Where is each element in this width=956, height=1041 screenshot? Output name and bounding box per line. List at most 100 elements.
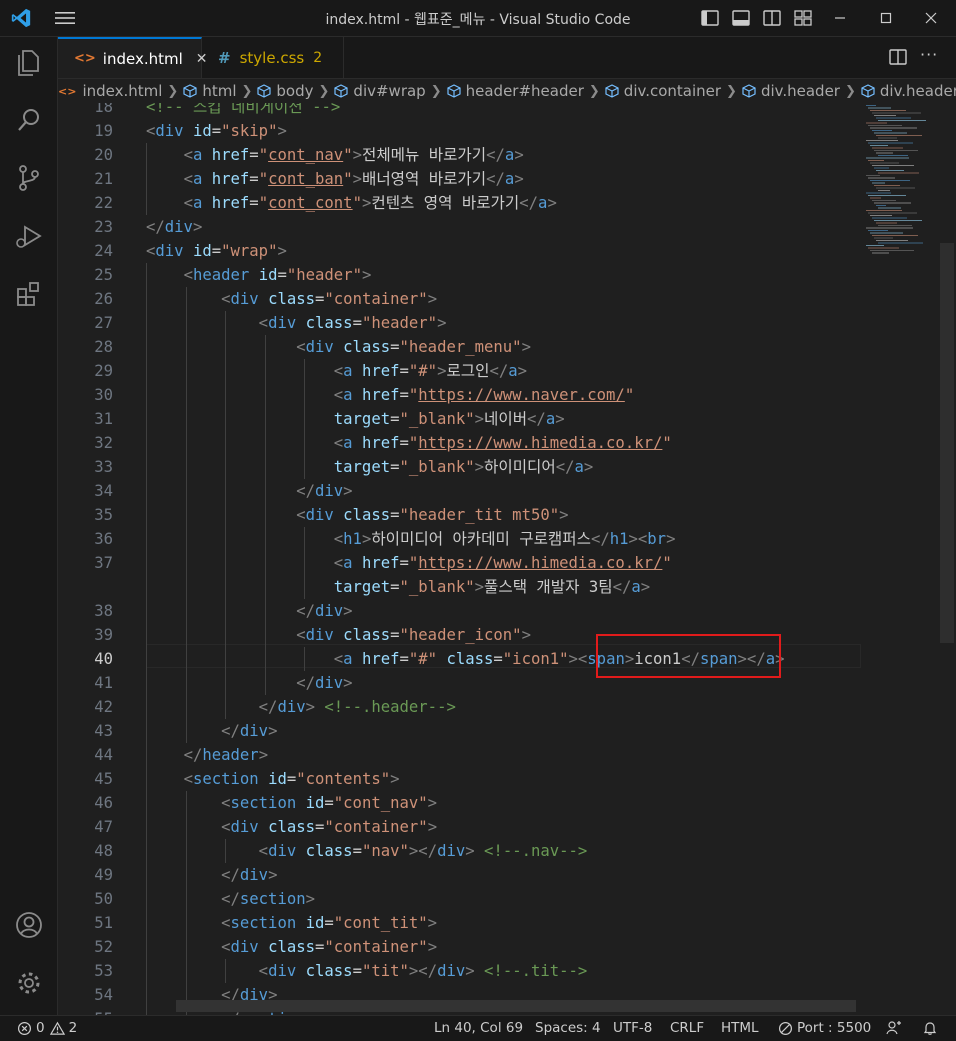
scrollbar-thumb[interactable] <box>940 243 954 643</box>
problem-count-badge: 2 <box>313 49 323 66</box>
code-line[interactable]: 26 <div class="container"> <box>58 287 858 311</box>
line-code: </div> <box>296 602 353 620</box>
breadcrumb: <> index.html ❯ html ❯ body ❯ div#wrap ❯… <box>58 79 956 103</box>
horizontal-scrollbar[interactable] <box>176 1000 856 1012</box>
language-mode[interactable]: HTML <box>721 1020 759 1036</box>
code-line[interactable]: 20 <a href="cont_nav">전체메뉴 바로가기</a> <box>58 143 858 167</box>
code-line[interactable]: 42 </div> <!--.header--> <box>58 695 858 719</box>
source-control-icon[interactable] <box>12 161 46 195</box>
code-line[interactable]: 28 <div class="header_menu"> <box>58 335 858 359</box>
line-number: 55 <box>58 1007 113 1015</box>
manage-gear-icon[interactable] <box>12 966 46 1000</box>
code-line[interactable]: 34 </div> <box>58 479 858 503</box>
line-number: 28 <box>94 338 113 356</box>
minimap-line <box>872 147 903 149</box>
minimap-line <box>878 120 926 121</box>
hamburger-menu-icon[interactable] <box>55 10 75 26</box>
indent-guide <box>225 959 227 983</box>
minimap[interactable] <box>864 103 934 263</box>
breadcrumb-item-body[interactable]: body <box>257 82 314 100</box>
minimize-icon[interactable] <box>830 8 850 28</box>
extensions-icon[interactable] <box>12 277 46 311</box>
split-editor-icon[interactable] <box>888 47 908 67</box>
code-line[interactable]: 47 <div class="container"> <box>58 815 858 839</box>
code-line[interactable]: 24 <div id="wrap"> <box>58 239 858 263</box>
code-line[interactable]: 22 <a href="cont_cont">컨텐츠 영역 바로가기</a> <box>58 191 858 215</box>
maximize-icon[interactable] <box>876 8 896 28</box>
line-number: 19 <box>94 122 113 140</box>
code-line[interactable]: 51 <section id="cont_tit"> <box>58 911 858 935</box>
code-line[interactable]: 21 <a href="cont_ban">배너영역 바로가기</a> <box>58 167 858 191</box>
encoding[interactable]: UTF-8 <box>613 1020 652 1036</box>
code-line[interactable]: 30 <a href="https://www.naver.com/" <box>58 383 858 407</box>
problems-indicator[interactable]: 0 2 <box>17 1020 77 1036</box>
end-of-line[interactable]: CRLF <box>670 1020 704 1036</box>
feedback-icon[interactable] <box>886 1020 902 1036</box>
code-line[interactable]: 33 target="_blank">하이미디어</a> <box>58 455 858 479</box>
code-line[interactable]: 50 </section> <box>58 887 858 911</box>
line-code: <div class="tit"></div> <!--.tit--> <box>258 962 588 980</box>
code-line[interactable]: 49 </div> <box>58 863 858 887</box>
tab-style-css[interactable]: # style.css 2 <box>203 37 344 78</box>
cursor-position[interactable]: Ln 40, Col 69 <box>434 1020 523 1036</box>
minimap-line <box>868 212 917 214</box>
code-line[interactable]: target="_blank">풀스택 개발자 3팀</a> <box>58 575 858 599</box>
indent-guide <box>225 647 227 671</box>
code-line[interactable]: 19 <div id="skip"> <box>58 119 858 143</box>
run-and-debug-icon[interactable] <box>12 219 46 253</box>
code-line[interactable]: 32 <a href="https://www.himedia.co.kr/" <box>58 431 858 455</box>
line-code: </div> <box>221 722 278 740</box>
notifications-bell-icon[interactable] <box>922 1020 938 1036</box>
breadcrumb-item-header[interactable]: header#header <box>447 82 584 100</box>
breadcrumb-item-wrap[interactable]: div#wrap <box>334 82 426 100</box>
indent-guide <box>146 191 147 215</box>
code-line[interactable]: 36 <h1>하이미디어 아카데미 구로캠퍼스</h1><br> <box>58 527 858 551</box>
indent-guide <box>146 647 147 671</box>
code-line[interactable]: 27 <div class="header"> <box>58 311 858 335</box>
breadcrumb-item-header-icon[interactable]: div.header_icon <box>861 82 956 100</box>
close-icon[interactable] <box>921 8 941 28</box>
code-line[interactable]: 48 <div class="nav"></div> <!--.nav--> <box>58 839 858 863</box>
code-line[interactable]: 25 <header id="header"> <box>58 263 858 287</box>
accounts-icon[interactable] <box>12 908 46 942</box>
customize-layout-icon[interactable] <box>793 8 813 28</box>
code-editor[interactable]: 18 <!-- 스킵 네비게이션 --> 19 <div id="skip"> 20 <… <box>58 103 956 1015</box>
vscode-logo-icon[interactable] <box>10 7 32 29</box>
explorer-icon[interactable] <box>12 45 46 79</box>
line-number: 20 <box>94 146 113 164</box>
breadcrumb-item-html[interactable]: html <box>183 82 237 100</box>
toggle-primary-sidebar-icon[interactable] <box>700 8 720 28</box>
toggle-panel-icon[interactable] <box>731 8 751 28</box>
code-line[interactable]: 44 </header> <box>58 743 858 767</box>
line-number: 53 <box>94 962 113 980</box>
code-line[interactable]: 53 <div class="tit"></div> <!--.tit--> <box>58 959 858 983</box>
line-code: </div> <box>296 482 353 500</box>
live-server-port[interactable]: Port : 5500 <box>778 1020 871 1036</box>
minimap-line <box>870 250 914 251</box>
indentation[interactable]: Spaces: 4 <box>535 1020 601 1036</box>
more-actions-icon[interactable]: ··· <box>920 45 938 64</box>
tab-index-html[interactable]: <> index.html ✕ <box>58 37 208 78</box>
line-code: <section id="contents"> <box>183 770 400 788</box>
code-line[interactable]: 45 <section id="contents"> <box>58 767 858 791</box>
code-line[interactable]: 29 <a href="#">로그인</a> <box>58 359 858 383</box>
breadcrumb-item-container[interactable]: div.container <box>605 82 721 100</box>
vertical-scrollbar[interactable] <box>940 103 956 1015</box>
code-line[interactable]: 43 </div> <box>58 719 858 743</box>
code-line[interactable]: 46 <section id="cont_nav"> <box>58 791 858 815</box>
indent-guide <box>264 359 266 383</box>
code-line[interactable]: 31 target="_blank">네이버</a> <box>58 407 858 431</box>
code-line[interactable]: 18 <!-- 스킵 네비게이션 --> <box>58 103 858 119</box>
search-icon[interactable] <box>12 103 46 137</box>
code-line[interactable]: 52 <div class="container"> <box>58 935 858 959</box>
code-line[interactable]: 35 <div class="header_tit mt50"> <box>58 503 858 527</box>
code-line[interactable]: 23 </div> <box>58 215 858 239</box>
code-line[interactable]: 38 </div> <box>58 599 858 623</box>
tab-label: index.html <box>102 49 183 68</box>
line-number: 34 <box>94 482 113 500</box>
breadcrumb-item-div-header[interactable]: div.header <box>742 82 840 100</box>
breadcrumb-item-file[interactable]: <> index.html <box>58 82 162 100</box>
indent-guide <box>146 863 147 887</box>
code-line[interactable]: 37 <a href="https://www.himedia.co.kr/" <box>58 551 858 575</box>
toggle-secondary-sidebar-icon[interactable] <box>762 8 782 28</box>
